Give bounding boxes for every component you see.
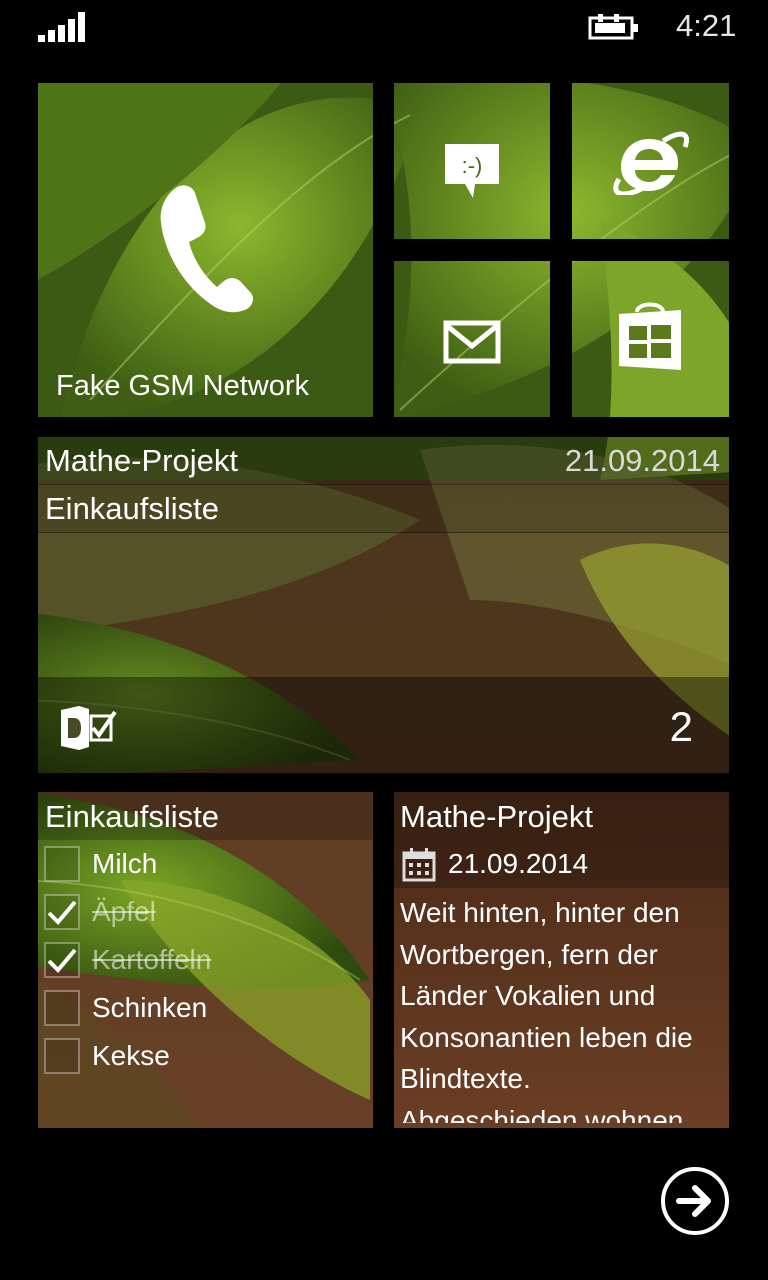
clock: 4:21 xyxy=(676,8,737,43)
list-item[interactable]: Kartoffeln xyxy=(44,940,211,980)
list-item-label: Schinken xyxy=(92,992,208,1023)
shopping-list-tile[interactable]: Einkaufsliste Milch Äpfel Kartoffeln Sch… xyxy=(38,792,373,1128)
phone-tile-label: Fake GSM Network xyxy=(56,370,309,402)
mail-envelope-icon xyxy=(442,319,502,365)
note-tile[interactable]: Mathe-Projekt 21.09.2014 Weit hinten, hi… xyxy=(394,792,729,1123)
tasks-wide-tile[interactable]: Mathe-Projekt 21.09.2014 Einkaufsliste 2 xyxy=(38,437,729,773)
status-bar: 4:21 xyxy=(0,0,768,60)
list-item[interactable]: Schinken xyxy=(44,988,207,1028)
note-title: Mathe-Projekt xyxy=(400,799,593,834)
checkbox[interactable] xyxy=(44,990,80,1026)
app-list-button[interactable] xyxy=(661,1167,729,1235)
note-body-line: Konsonantien leben die xyxy=(400,1021,693,1053)
todo-app-icon xyxy=(58,705,118,751)
note-body-line: Weit hinten, hinter den xyxy=(400,897,680,928)
list-item-label: Milch xyxy=(92,848,158,879)
checkmark-icon xyxy=(47,900,77,925)
internet-explorer-tile[interactable] xyxy=(572,83,729,239)
note-body-line: Blindtexte. xyxy=(400,1063,531,1094)
arrow-right-circle-icon xyxy=(676,1185,711,1217)
signal-strength-icon xyxy=(38,12,86,42)
mail-tile[interactable] xyxy=(394,261,550,417)
battery-charging-icon xyxy=(588,14,640,42)
note-body-line: Länder Vokalien und xyxy=(400,980,656,1011)
list-item[interactable]: Kekse xyxy=(44,1036,170,1076)
task-row-title: Einkaufsliste xyxy=(45,491,220,526)
note-body: Weit hinten, hinter den Wortbergen, fern… xyxy=(400,892,729,1123)
task-row-date: 21.09.2014 xyxy=(564,443,720,478)
phone-tile[interactable]: Fake GSM Network xyxy=(38,83,373,417)
task-row-title: Mathe-Projekt xyxy=(45,443,238,478)
phone-icon xyxy=(150,178,260,318)
list-item-label: Kekse xyxy=(92,1040,170,1071)
list-item[interactable]: Äpfel xyxy=(44,892,156,932)
messaging-tile[interactable]: :-) xyxy=(394,83,550,239)
list-item[interactable]: Milch xyxy=(44,844,157,884)
checkbox[interactable] xyxy=(44,1038,80,1074)
store-bag-icon xyxy=(616,297,684,373)
shopping-list-title: Einkaufsliste xyxy=(45,799,220,834)
calendar-icon xyxy=(402,848,436,882)
checkmark-icon xyxy=(47,948,77,973)
note-body-line: Abgeschieden wohnen xyxy=(400,1104,684,1124)
checkbox[interactable] xyxy=(44,894,80,930)
internet-explorer-icon xyxy=(612,127,690,197)
svg-text::-): :-) xyxy=(462,153,483,178)
store-tile[interactable] xyxy=(572,261,729,417)
list-item-label: Kartoffeln xyxy=(92,944,212,975)
checkbox[interactable] xyxy=(44,942,80,978)
task-count: 2 xyxy=(669,703,693,750)
note-body-line: Wortbergen, fern der xyxy=(400,938,658,970)
list-item-label: Äpfel xyxy=(92,896,156,927)
messaging-smiley-icon: :-) xyxy=(442,141,502,201)
checkbox[interactable] xyxy=(44,846,80,882)
note-date: 21.09.2014 xyxy=(448,848,589,879)
